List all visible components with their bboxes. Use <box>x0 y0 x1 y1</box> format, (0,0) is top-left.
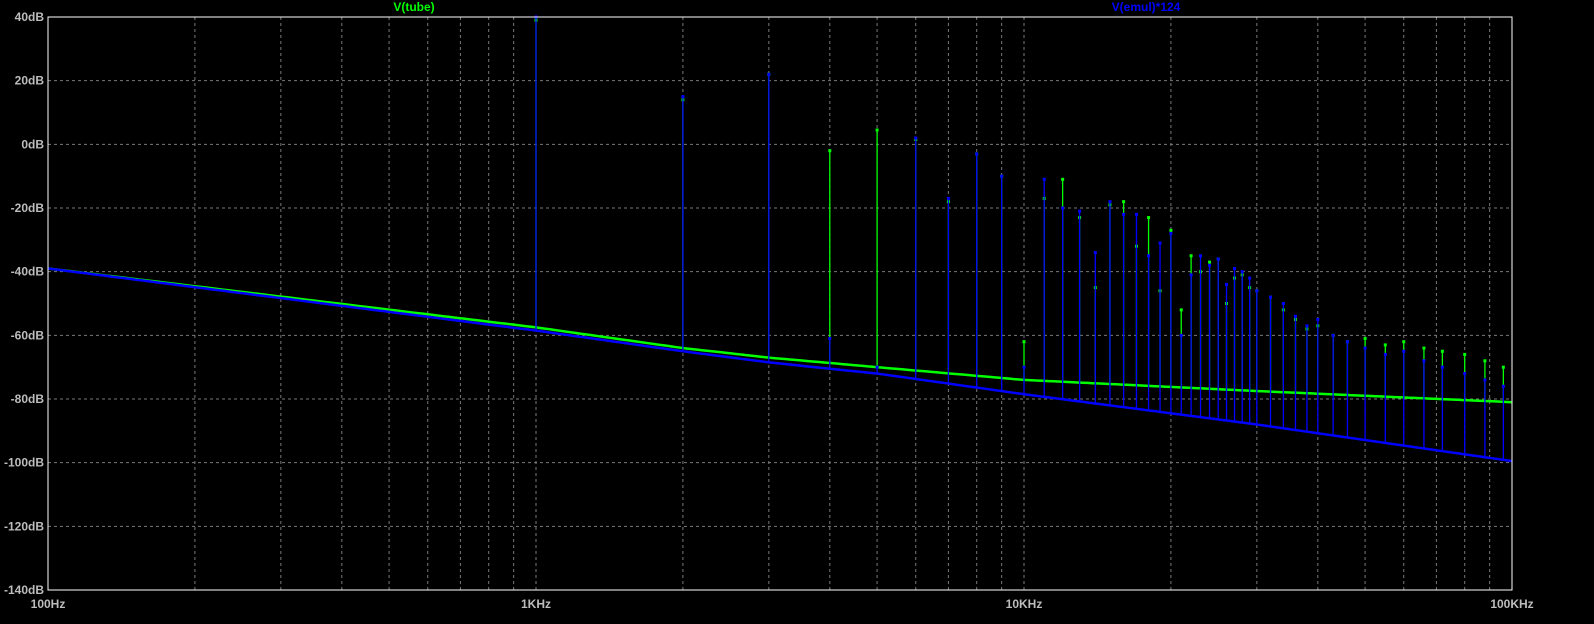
peak-marker <box>1501 365 1505 369</box>
trace-label-emul[interactable]: V(emul)*124 <box>1112 0 1181 14</box>
peak-marker <box>1061 206 1065 210</box>
peak-marker <box>1216 257 1220 261</box>
peak-marker <box>1422 346 1426 350</box>
peak-marker <box>1345 340 1349 344</box>
peak-marker <box>1363 337 1367 341</box>
peak-marker <box>1169 228 1173 232</box>
peak-marker <box>1147 254 1151 258</box>
x-tick-label: 10KHz <box>1006 597 1043 611</box>
peak-marker <box>1255 289 1259 293</box>
peak-marker <box>1000 174 1004 178</box>
peak-marker <box>875 128 879 132</box>
y-tick-label: 40dB <box>15 10 45 24</box>
peak-marker <box>1189 273 1193 277</box>
peak-marker <box>767 72 771 76</box>
x-tick-label: 100Hz <box>31 597 66 611</box>
peak-marker <box>946 196 950 200</box>
y-tick-label: -40dB <box>11 265 45 279</box>
peak-marker <box>1440 349 1444 353</box>
peak-marker <box>1208 263 1212 267</box>
peak-marker <box>1147 216 1151 220</box>
peak-marker <box>914 136 918 140</box>
y-tick-label: -140dB <box>4 583 44 597</box>
peak-marker <box>1463 372 1467 376</box>
peak-marker <box>681 95 685 99</box>
peak-marker <box>1363 346 1367 350</box>
spectrum-plot: 40dB 20dB 0dB -20dB -40dB -60dB -80dB -100dB -12… <box>0 0 1594 624</box>
y-tick-label: -80dB <box>11 392 45 406</box>
peak-marker <box>828 149 832 153</box>
y-tick-label: -20dB <box>11 201 45 215</box>
peak-marker <box>1208 260 1212 264</box>
peak-marker <box>1022 365 1026 369</box>
y-tick-label: -60dB <box>11 328 45 342</box>
peak-marker <box>1281 302 1285 305</box>
peak-marker <box>1305 324 1309 328</box>
peak-marker <box>1134 212 1138 216</box>
peak-marker <box>1483 359 1487 363</box>
peak-marker <box>828 337 832 341</box>
peak-marker <box>1122 212 1126 216</box>
peak-marker <box>1093 251 1097 255</box>
peak-marker <box>1042 177 1046 181</box>
peak-marker <box>1225 282 1229 286</box>
peak-marker <box>875 365 879 369</box>
peak-marker <box>1383 352 1387 356</box>
peak-marker <box>1463 352 1467 356</box>
peak-marker <box>1061 177 1065 181</box>
peak-marker <box>1402 340 1406 344</box>
peak-marker <box>1189 254 1193 258</box>
peak-marker <box>1169 231 1173 235</box>
x-tick-label: 1KHz <box>521 597 551 611</box>
peak-marker <box>1179 333 1183 337</box>
peak-marker <box>1022 340 1026 344</box>
peak-marker <box>975 152 979 156</box>
peak-marker <box>1233 266 1237 270</box>
peak-marker <box>1422 359 1426 363</box>
x-tick-label: 100KHz <box>1490 597 1533 611</box>
y-tick-label: 20dB <box>15 74 45 88</box>
peak-marker <box>1240 270 1244 274</box>
peak-marker <box>1158 241 1162 245</box>
peak-marker <box>1331 333 1335 337</box>
peak-marker <box>1483 378 1487 382</box>
peak-marker <box>1269 295 1273 299</box>
peak-marker <box>1179 308 1183 312</box>
y-tick-label: -120dB <box>4 519 44 533</box>
peak-marker <box>1078 209 1082 213</box>
peak-marker <box>1440 365 1444 369</box>
peak-marker <box>1501 384 1505 388</box>
plot-background <box>0 0 1594 624</box>
peak-marker <box>1293 314 1297 318</box>
peak-marker <box>1316 317 1320 321</box>
peak-marker <box>1108 200 1112 204</box>
peak-marker <box>1383 343 1387 347</box>
y-tick-label: -100dB <box>4 456 44 470</box>
y-tick-label: 0dB <box>21 137 44 151</box>
peak-marker <box>1122 200 1126 204</box>
trace-label-tube[interactable]: V(tube) <box>393 0 434 14</box>
peak-marker <box>1248 276 1252 280</box>
peak-marker <box>1199 254 1203 258</box>
peak-marker <box>1402 349 1406 353</box>
